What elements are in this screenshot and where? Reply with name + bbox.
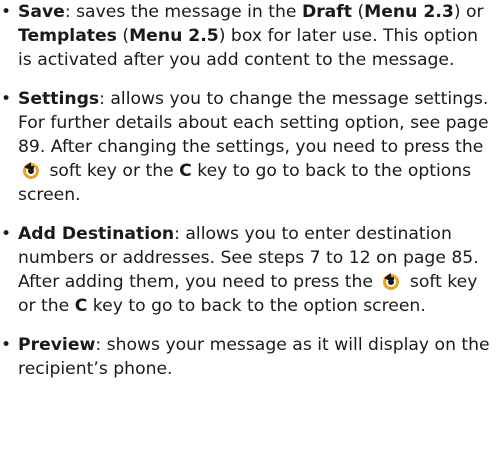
term-save: Save [18,2,65,22]
back-arrow-icon [20,161,42,179]
manual-page: • Save: saves the message in the Draft (… [0,0,496,469]
back-arrow-icon [380,272,402,290]
list-item-preview: • Preview: shows your message as it will… [1,335,490,379]
list-item-add-destination: • Add Destination: allows you to enter d… [1,224,479,316]
bullet: • [1,2,12,22]
folder-draft: Draft [301,2,352,22]
bullet: • [1,89,12,109]
key-c: C [74,296,88,316]
menu-ref-templates: Menu 2.5 [129,26,219,46]
key-c: C [179,161,192,181]
bullet: • [1,335,12,355]
bullet: • [1,224,12,244]
term-preview: Preview [18,335,96,355]
term-settings: Settings [18,89,100,109]
list-item-save: • Save: saves the message in the Draft (… [1,2,484,70]
folder-templates: Templates [18,26,117,46]
menu-ref-draft: Menu 2.3 [364,2,454,22]
list-item-settings: • Settings: allows you to change the mes… [1,89,489,205]
term-add-destination: Add Destination [18,224,175,244]
